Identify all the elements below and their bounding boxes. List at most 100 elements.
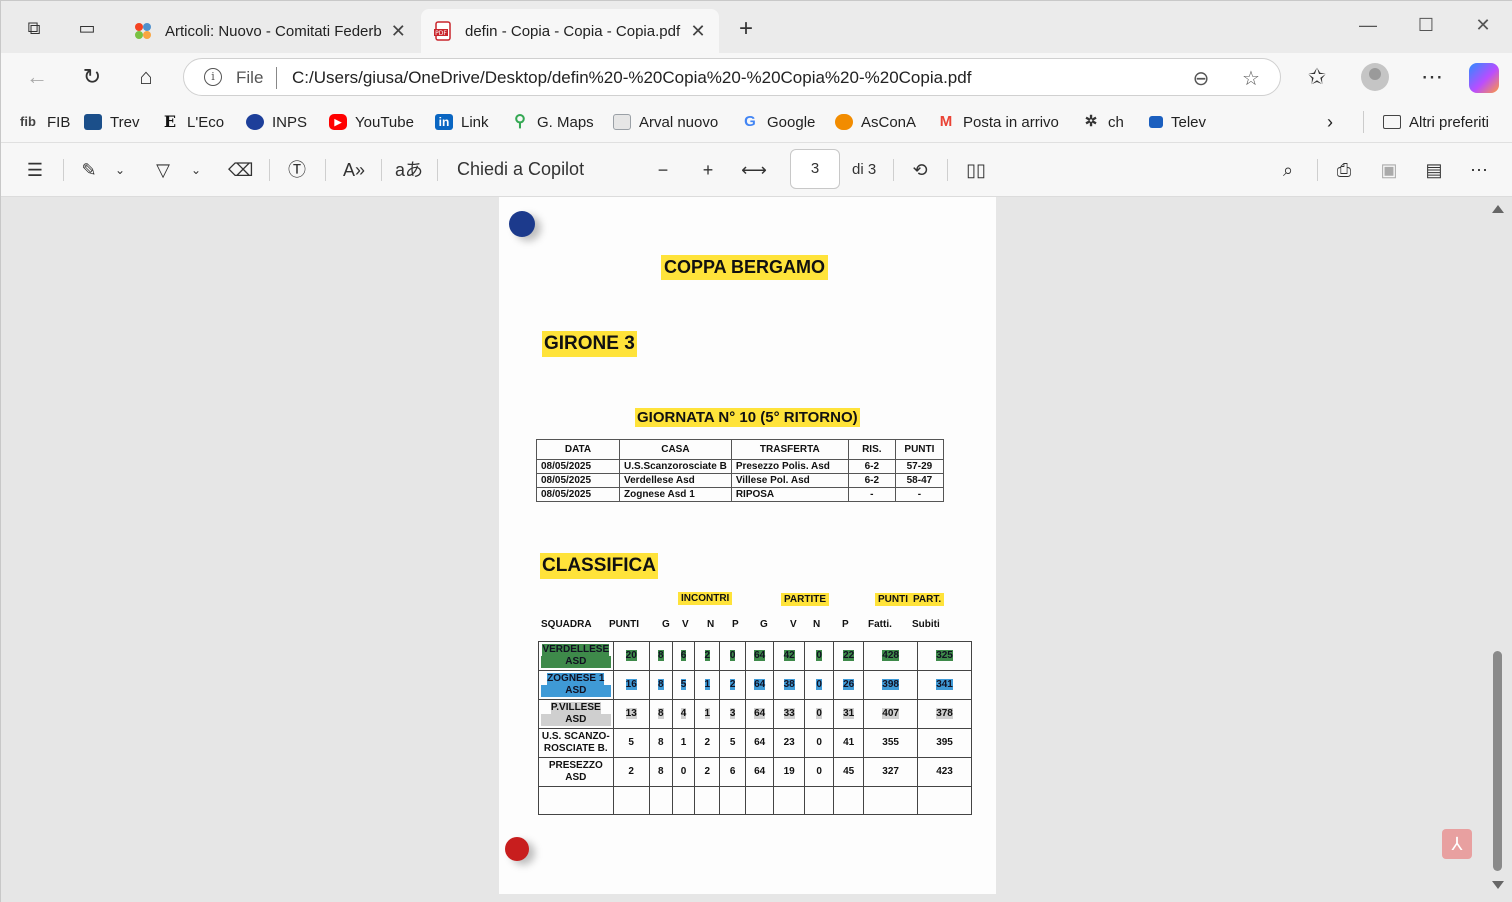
bookmark-maps[interactable]: ⚲ G. Maps (511, 111, 594, 133)
bookmark-trev[interactable]: Trev (84, 111, 139, 133)
bookmark-fib[interactable]: fib FIB (17, 111, 70, 133)
acrobat-icon[interactable]: ⅄ (1442, 829, 1472, 859)
copilot-icon[interactable] (1469, 63, 1499, 93)
zoom-out-icon[interactable]: ⊖ (1189, 66, 1213, 91)
favorite-star-icon[interactable]: ☆ (1239, 66, 1263, 91)
empty-cell (804, 786, 835, 815)
page-number-input[interactable]: 3 (790, 149, 840, 189)
search-icon[interactable]: ⌕ (1276, 157, 1300, 183)
page-view-icon[interactable]: ▯▯ (963, 157, 989, 183)
eraser-icon[interactable]: ⌫ (228, 157, 253, 183)
joomla-icon (133, 21, 153, 41)
bookmark-youtube[interactable]: ▶ YouTube (329, 111, 414, 133)
gmail-icon: M (939, 113, 953, 130)
stat-value: 20 (625, 650, 637, 661)
stat-value: 0 (680, 766, 687, 777)
zoom-out-icon[interactable]: − (651, 157, 675, 183)
bookmark-ch[interactable]: ✲ ch (1082, 111, 1124, 133)
back-icon[interactable]: ← (23, 63, 51, 91)
save-icon[interactable]: ▣ (1377, 157, 1401, 183)
other-favorites[interactable]: Altri preferiti (1383, 111, 1489, 133)
pdf-viewer[interactable]: COPPA BERGAMO GIRONE 3 GIORNATA N° 10 (5… (1, 197, 1512, 902)
workspaces-icon[interactable]: ⧉ (23, 17, 45, 39)
stat-value: 64 (754, 766, 766, 777)
bookmark-arval[interactable]: Arval nuovo (613, 111, 718, 133)
stat-cell: 8 (648, 728, 673, 758)
draw-icon[interactable]: ▽ (151, 157, 175, 183)
header-cell: PUNTI (894, 439, 945, 460)
more-options-icon[interactable]: ⋯ (1467, 157, 1491, 183)
toolbar-separator (437, 159, 438, 181)
scroll-down-icon[interactable] (1492, 881, 1504, 889)
stat-value: 38 (783, 679, 795, 690)
cell: 08/05/2025 (536, 459, 620, 474)
table-row: 08/05/2025 Verdellese Asd Villese Pol. A… (536, 473, 945, 488)
stat-cell: 64 (745, 699, 775, 729)
fit-width-icon[interactable]: ⟷ (741, 157, 767, 183)
info-icon[interactable]: i (204, 68, 222, 86)
new-tab-button[interactable]: + (733, 17, 759, 43)
vertical-tabs-icon[interactable]: ▭ (76, 17, 98, 39)
chevron-down-icon[interactable]: ⌄ (187, 157, 205, 183)
profile-avatar[interactable] (1361, 63, 1389, 91)
empty-cell (538, 786, 614, 815)
stat-value: 23 (783, 737, 795, 748)
stat-value: 5 (729, 737, 736, 748)
zoom-in-icon[interactable]: + (696, 157, 720, 183)
stat-cell: 2 (719, 670, 747, 700)
team-cell: PRESEZZO ASD (538, 757, 614, 787)
bookmark-eco[interactable]: E L'Eco (161, 111, 224, 133)
close-tab-icon[interactable]: ✕ (390, 21, 407, 42)
minimize-icon[interactable]: — (1353, 15, 1383, 36)
home-icon[interactable]: ⌂ (132, 63, 160, 91)
address-bar[interactable]: i File C:/Users/giusa/OneDrive/Desktop/d… (183, 58, 1281, 96)
bookmark-label: FIB (47, 113, 71, 131)
bookmark-inps[interactable]: INPS (246, 111, 307, 133)
read-aloud-icon[interactable]: A» (341, 157, 367, 183)
close-window-icon[interactable]: ✕ (1468, 15, 1498, 36)
url-text[interactable]: C:/Users/giusa/OneDrive/Desktop/defin%20… (292, 68, 971, 88)
text-box-icon[interactable]: Ⓣ (285, 157, 309, 183)
tab-pdf[interactable]: PDF defin - Copia - Copia - Copia.pdf ✕ (421, 9, 719, 53)
ask-copilot-button[interactable]: Chiedi a Copilot (457, 159, 584, 180)
rotate-icon[interactable]: ⟲ (908, 157, 932, 183)
translate-icon[interactable]: aあ (395, 157, 423, 183)
folder-icon (1383, 115, 1401, 129)
scrollbar-thumb[interactable] (1493, 651, 1502, 871)
maximize-icon[interactable]: ☐ (1411, 15, 1441, 36)
bookmark-google[interactable]: G Google (741, 111, 815, 133)
page-icon (613, 114, 631, 130)
refresh-icon[interactable]: ↻ (78, 63, 106, 91)
column-header: V (682, 619, 689, 630)
table-of-contents-icon[interactable]: ☰ (23, 157, 47, 183)
stat-value: 5 (628, 737, 634, 748)
favorites-icon[interactable]: ✩ (1303, 63, 1331, 91)
chevron-down-icon[interactable]: ⌄ (111, 157, 129, 183)
print-icon[interactable]: ⎙ (1332, 157, 1356, 183)
stat-cell: 22 (833, 641, 865, 671)
more-bookmarks-icon[interactable]: › (1327, 111, 1333, 133)
table-row: P.VILLESE ASD 13 8 4 1 3 64 33 0 31 407 378 (538, 699, 972, 729)
stat-value: 13 (625, 708, 637, 719)
save-as-icon[interactable]: ▤ (1422, 157, 1446, 183)
cell: 08/05/2025 (536, 487, 620, 502)
bookmark-link[interactable]: in Link (435, 111, 489, 133)
bookmark-telev[interactable]: Telev (1149, 111, 1206, 133)
close-tab-icon[interactable]: ✕ (689, 21, 707, 42)
bookmark-ascona[interactable]: AsConA (835, 111, 916, 133)
toolbar-separator (325, 159, 326, 181)
bookmark-posta[interactable]: M Posta in arrivo (937, 111, 1059, 133)
vertical-scrollbar[interactable] (1489, 197, 1507, 902)
column-header: V (790, 619, 797, 630)
bookmarks-bar: fib FIB Trev E L'Eco INPS ▶ YouTube in L… (1, 101, 1512, 143)
more-options-icon[interactable]: ⋯ (1418, 63, 1446, 91)
stat-value: 398 (882, 679, 899, 690)
stat-cell: 2 (694, 757, 721, 787)
tab-articoli[interactable]: Articoli: Nuovo - Comitati Federbo ✕ (121, 9, 419, 53)
highlight-icon[interactable]: ✎ (77, 157, 101, 183)
stat-value: 64 (754, 737, 766, 748)
stat-value: 0 (816, 766, 822, 777)
scroll-up-icon[interactable] (1492, 205, 1504, 213)
stat-value: 1 (704, 708, 711, 719)
empty-cell (833, 786, 865, 815)
